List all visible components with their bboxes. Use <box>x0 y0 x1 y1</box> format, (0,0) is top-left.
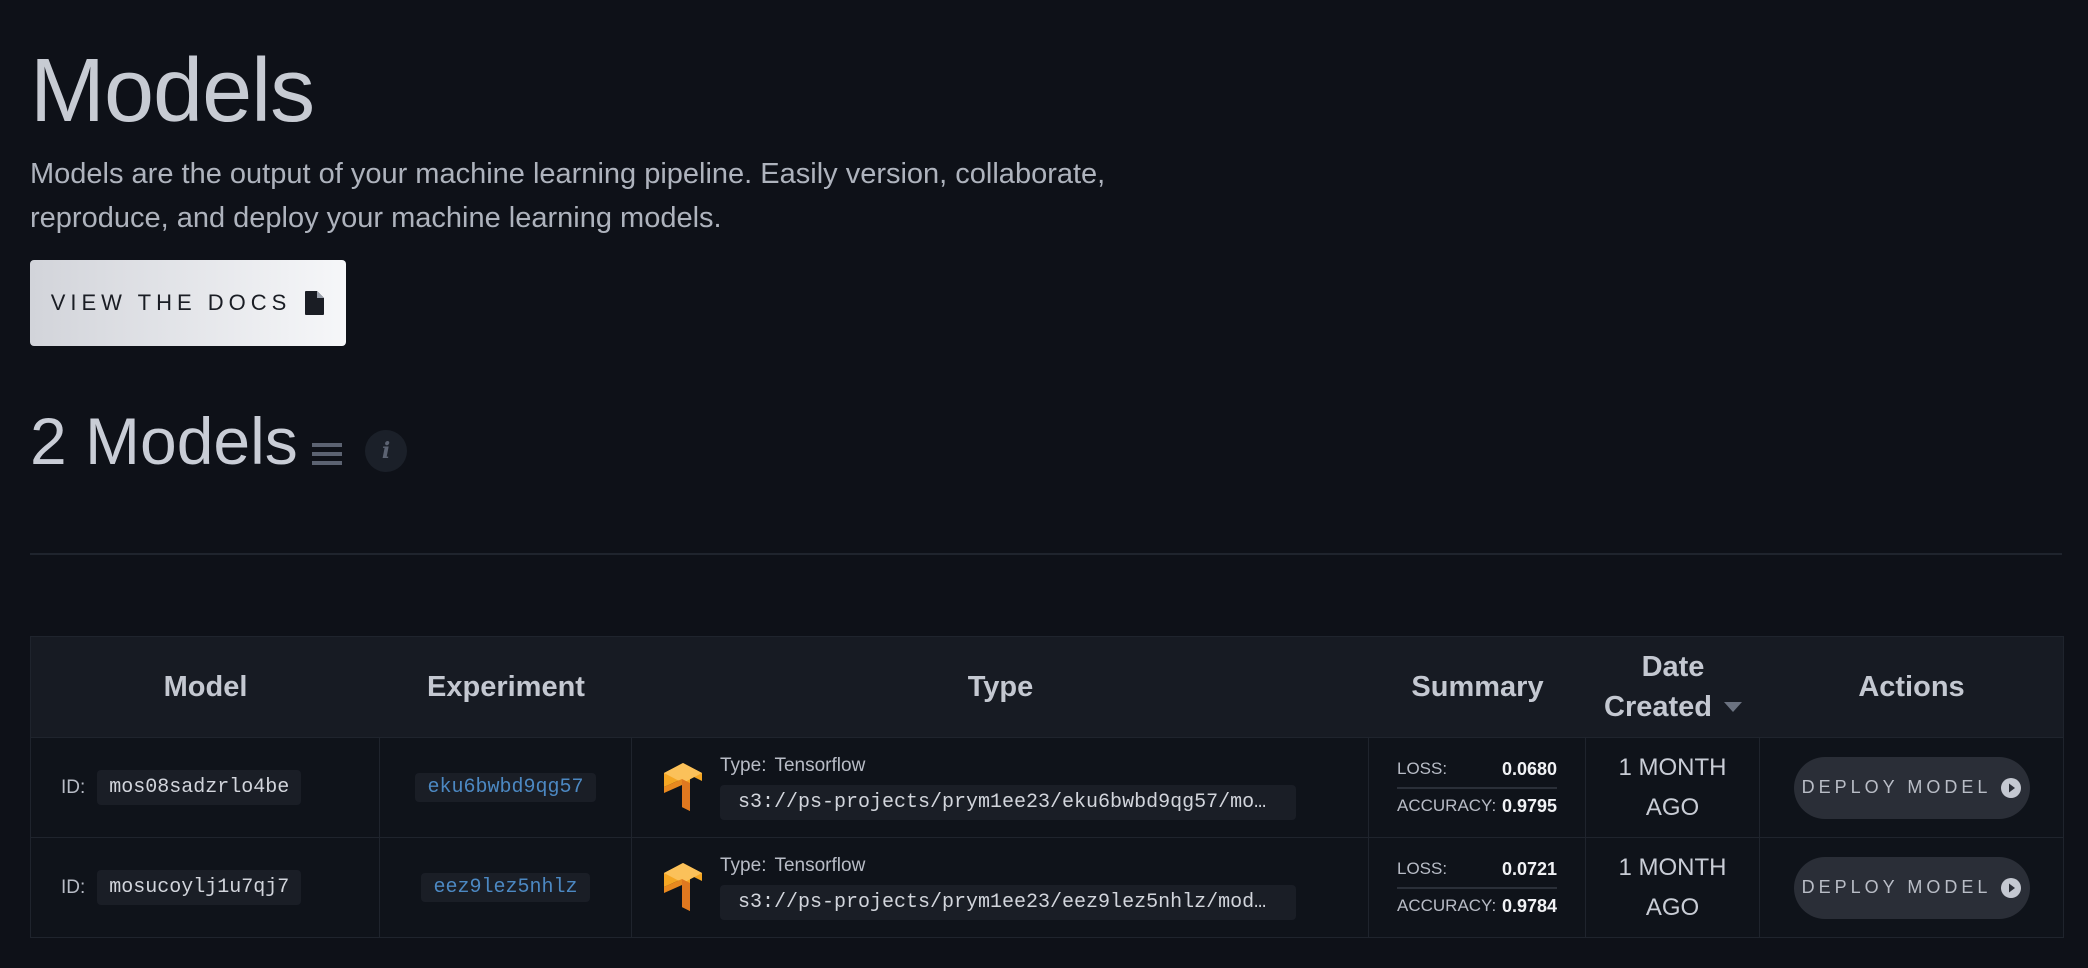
accuracy-label: ACCURACY: <box>1397 795 1497 815</box>
type-value: Tensorflow <box>774 855 866 876</box>
experiment-link[interactable]: eku6bwbd9qg57 <box>415 773 596 802</box>
accuracy-value: 0.9784 <box>1501 895 1557 916</box>
actions-cell: DEPLOY MODEL <box>1760 838 2063 937</box>
header-actions: Actions <box>1858 671 1965 703</box>
actions-cell: DEPLOY MODEL <box>1760 738 2063 837</box>
date-cell: 1 MONTH AGO <box>1586 838 1760 937</box>
section-divider <box>30 553 2062 555</box>
model-cell: ID: mosucoylj1u7qj7 <box>31 838 380 937</box>
loss-label: LOSS: <box>1397 758 1448 778</box>
header-model[interactable]: Model <box>31 637 380 737</box>
deploy-model-button[interactable]: DEPLOY MODEL <box>1793 756 2030 819</box>
date-line1: 1 MONTH <box>1618 753 1727 781</box>
id-label: ID: <box>61 876 86 898</box>
tensorflow-logo <box>664 762 702 811</box>
header-summary[interactable]: Summary <box>1369 637 1586 737</box>
page-description: Models are the output of your machine le… <box>30 158 1106 234</box>
type-label: Type: <box>720 755 767 776</box>
model-path[interactable]: s3://ps-projects/prym1ee23/eku6bwbd9qg57… <box>720 785 1296 820</box>
type-value: Tensorflow <box>774 755 866 776</box>
header-date-line2: Created <box>1604 691 1712 723</box>
type-cell: Type: Tensorflow s3://ps-projects/prym1ee… <box>632 838 1369 937</box>
info-icon[interactable]: i <box>365 430 407 472</box>
summary-cell: LOSS: 0.0680 ACCURACY: 0.9795 <box>1369 738 1586 837</box>
model-path[interactable]: s3://ps-projects/prym1ee23/eez9lez5nhlz/… <box>720 885 1296 920</box>
header-date-created[interactable]: Date Created <box>1586 637 1760 737</box>
tensorflow-logo <box>664 862 702 911</box>
table-row: ID: mosucoylj1u7qj7 eez9lez5nhlz Type: Te… <box>31 837 2063 937</box>
play-circle-icon <box>2001 877 2022 898</box>
loss-label: LOSS: <box>1397 858 1448 878</box>
id-label: ID: <box>61 776 86 798</box>
deploy-model-button[interactable]: DEPLOY MODEL <box>1793 856 2030 919</box>
table-header: Model Experiment Type Summary Date Creat… <box>31 637 2063 737</box>
accuracy-label: ACCURACY: <box>1397 895 1497 915</box>
type-label: Type: <box>720 855 767 876</box>
accuracy-metric: ACCURACY: 0.9784 <box>1397 889 1557 924</box>
date-line2: AGO <box>1645 793 1700 821</box>
header-date-line1: Date <box>1641 651 1705 683</box>
header-experiment[interactable]: Experiment <box>380 637 632 737</box>
menu-icon[interactable] <box>312 441 342 467</box>
view-docs-label: VIEW THE DOCS <box>50 290 292 315</box>
model-cell: ID: mos08sadzrlo4be <box>31 738 380 837</box>
date-line2: AGO <box>1645 893 1700 921</box>
summary-cell: LOSS: 0.0721 ACCURACY: 0.9784 <box>1369 838 1586 937</box>
experiment-cell: eku6bwbd9qg57 <box>380 738 632 837</box>
loss-metric: LOSS: 0.0680 <box>1397 752 1557 789</box>
models-count-title: 2 Models <box>30 404 298 478</box>
accuracy-value: 0.9795 <box>1501 795 1557 816</box>
play-circle-icon <box>2001 777 2022 798</box>
experiment-cell: eez9lez5nhlz <box>380 838 632 937</box>
accuracy-metric: ACCURACY: 0.9795 <box>1397 789 1557 824</box>
model-id: mosucoylj1u7qj7 <box>97 870 302 905</box>
page-title: Models <box>30 41 315 141</box>
date-cell: 1 MONTH AGO <box>1586 738 1760 837</box>
sort-caret-icon <box>1724 702 1742 712</box>
loss-value: 0.0680 <box>1501 758 1557 779</box>
model-id: mos08sadzrlo4be <box>97 770 302 805</box>
loss-value: 0.0721 <box>1501 858 1557 879</box>
view-docs-button[interactable]: VIEW THE DOCS <box>30 260 346 346</box>
models-table: Model Experiment Type Summary Date Creat… <box>30 636 2064 938</box>
deploy-label: DEPLOY MODEL <box>1801 877 1992 897</box>
loss-metric: LOSS: 0.0721 <box>1397 852 1557 889</box>
header-type[interactable]: Type <box>632 637 1369 737</box>
file-icon <box>305 291 325 315</box>
table-row: ID: mos08sadzrlo4be eku6bwbd9qg57 Type: T… <box>31 737 2063 837</box>
deploy-label: DEPLOY MODEL <box>1801 777 1992 797</box>
date-line1: 1 MONTH <box>1618 853 1727 881</box>
type-cell: Type: Tensorflow s3://ps-projects/prym1ee… <box>632 738 1369 837</box>
experiment-link[interactable]: eez9lez5nhlz <box>421 873 590 902</box>
